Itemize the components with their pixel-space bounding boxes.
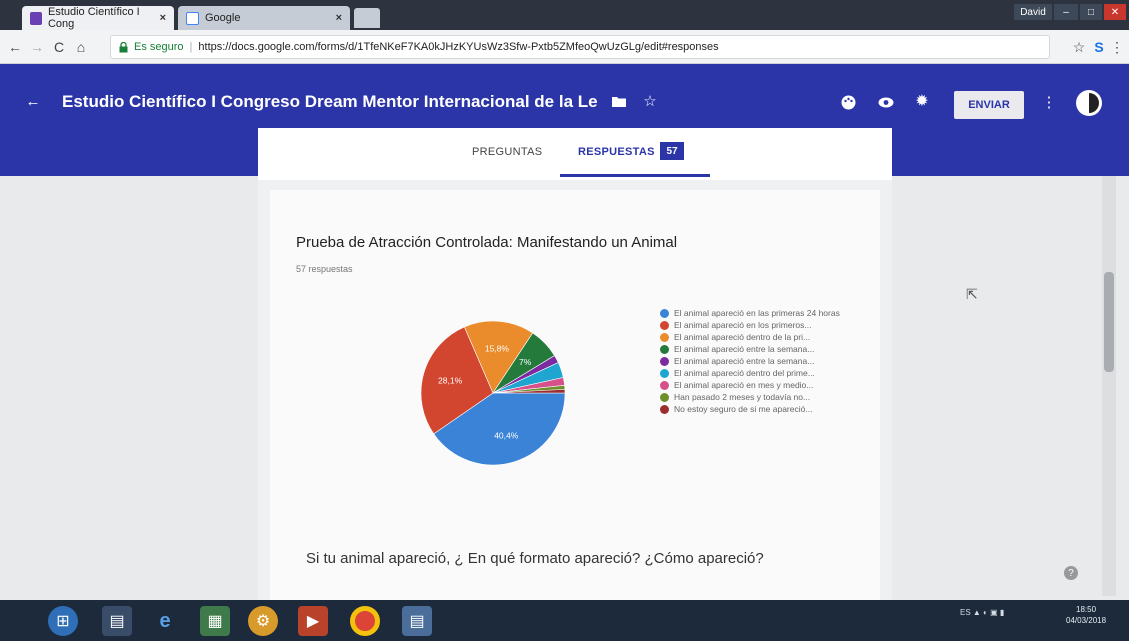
home-icon[interactable]: ⌂: [70, 36, 92, 58]
secure-lock-icon: [119, 41, 128, 53]
legend-item[interactable]: El animal apareció en los primeros...: [660, 320, 860, 331]
form-title[interactable]: Estudio Científico I Congreso Dream Ment…: [62, 92, 598, 112]
legend-label: El animal apareció en las primeras 24 ho…: [674, 308, 840, 318]
help-icon[interactable]: ?: [1064, 566, 1078, 580]
legend-dot: [660, 321, 669, 330]
avatar[interactable]: [1076, 90, 1102, 116]
taskbar-clock[interactable]: 18:50 04/03/2018: [1066, 604, 1106, 626]
legend-dot: [660, 369, 669, 378]
browser-tab-title: Estudio Científico I Cong: [47, 6, 140, 30]
legend-label: El animal apareció entre la semana...: [674, 344, 815, 354]
responses-count-label: 57 respuestas: [296, 264, 353, 274]
window-close-button[interactable]: ✕: [1104, 4, 1126, 20]
legend-item[interactable]: El animal apareció en las primeras 24 ho…: [660, 308, 860, 319]
preview-eye-icon[interactable]: [876, 92, 896, 112]
browser-tab-strip: Estudio Científico I Cong × Google × Dav…: [0, 0, 1129, 30]
folder-icon[interactable]: [610, 92, 628, 110]
scrollbar-thumb[interactable]: [1104, 272, 1114, 372]
legend-dot: [660, 345, 669, 354]
pie-chart: 40,4% 28,1% 15,8% 7%: [420, 320, 566, 466]
legend-item[interactable]: Han pasado 2 meses y todavía no...: [660, 392, 860, 403]
chart-legend: El animal apareció en las primeras 24 ho…: [660, 308, 860, 416]
app-icon[interactable]: ▦: [200, 606, 230, 636]
new-tab-button[interactable]: [354, 8, 380, 28]
pie-slice-label: 15,8%: [485, 344, 510, 354]
responses-count-badge: 57: [660, 142, 684, 160]
notes-app-icon[interactable]: ▤: [402, 606, 432, 636]
system-tray[interactable]: ES ▲ ◐ ▣ ▮: [960, 608, 1004, 617]
app-icon[interactable]: ⚙: [248, 606, 278, 636]
legend-label: El animal apareció en los primeros...: [674, 320, 812, 330]
legend-label: El animal apareció dentro del prime...: [674, 368, 815, 378]
legend-item[interactable]: El animal apareció entre la semana...: [660, 356, 860, 367]
question-summary-card: Prueba de Atracción Controlada: Manifest…: [270, 190, 880, 600]
legend-label: El animal apareció entre la semana...: [674, 356, 815, 366]
legend-label: El animal apareció en mes y medio...: [674, 380, 814, 390]
forms-favicon-icon: [30, 11, 42, 25]
mouse-cursor-icon: ⇱: [966, 286, 978, 302]
active-tab-indicator: [560, 174, 710, 177]
form-tabs-card: PREGUNTAS RESPUESTAS 57: [258, 128, 892, 180]
google-favicon-icon: [186, 11, 199, 25]
legend-item[interactable]: El animal apareció dentro del prime...: [660, 368, 860, 379]
clock-time: 18:50: [1076, 605, 1097, 614]
legend-dot: [660, 309, 669, 318]
tab-respuestas[interactable]: RESPUESTAS: [578, 146, 655, 158]
clock-date: 04/03/2018: [1066, 616, 1107, 625]
browser-tab-google[interactable]: Google ×: [178, 6, 350, 30]
question-title-2: Si tu animal apareció, ¿ En qué formato …: [306, 550, 764, 567]
question-title: Prueba de Atracción Controlada: Manifest…: [296, 234, 678, 251]
close-tab-icon[interactable]: ×: [160, 12, 166, 24]
file-explorer-icon[interactable]: ▤: [102, 606, 132, 636]
window-user-badge[interactable]: David: [1014, 4, 1052, 20]
tray-icons: ▲ ◐ ▣ ▮: [972, 608, 1005, 617]
bookmark-star-icon[interactable]: ☆: [1068, 36, 1090, 58]
responses-content: Prueba de Atracción Controlada: Manifest…: [258, 180, 892, 600]
star-icon[interactable]: ☆: [640, 91, 660, 111]
pie-slice-label: 7%: [519, 357, 532, 367]
legend-label: El animal apareció dentro de la pri...: [674, 332, 811, 342]
url-text: https://docs.google.com/forms/d/1TfeNKeF…: [198, 41, 719, 53]
legend-item[interactable]: No estoy seguro de si me apareció...: [660, 404, 860, 415]
back-arrow-icon[interactable]: ←: [4, 36, 26, 58]
media-player-icon[interactable]: ▶: [298, 606, 328, 636]
legend-dot: [660, 405, 669, 414]
legend-label: Han pasado 2 meses y todavía no...: [674, 392, 811, 402]
close-tab-icon[interactable]: ×: [336, 12, 342, 24]
palette-icon[interactable]: [838, 92, 858, 112]
pie-slice-label: 28,1%: [438, 376, 463, 386]
more-menu-icon[interactable]: ⋮: [1042, 92, 1057, 112]
chrome-icon[interactable]: [350, 606, 380, 636]
reload-icon[interactable]: C: [48, 36, 70, 58]
send-button[interactable]: ENVIAR: [954, 91, 1024, 119]
internet-explorer-icon[interactable]: e: [150, 606, 180, 636]
url-separator: |: [189, 41, 193, 53]
browser-tab-forms[interactable]: Estudio Científico I Cong ×: [22, 6, 174, 30]
legend-item[interactable]: El animal apareció en mes y medio...: [660, 380, 860, 391]
legend-item[interactable]: El animal apareció dentro de la pri...: [660, 332, 860, 343]
page-scrollbar[interactable]: [1102, 176, 1116, 596]
legend-dot: [660, 333, 669, 342]
back-arrow-icon[interactable]: ←: [22, 90, 44, 112]
maximize-button[interactable]: □: [1080, 4, 1102, 20]
browser-toolbar: ← → C ⌂ Es seguro | https://docs.google.…: [0, 30, 1129, 64]
browser-menu-icon[interactable]: ⋮: [1106, 36, 1128, 58]
pie-slice-label: 40,4%: [494, 431, 519, 441]
screen: Estudio Científico I Cong × Google × Dav…: [0, 0, 1129, 641]
secure-label: Es seguro: [134, 41, 184, 53]
minimize-button[interactable]: –: [1054, 4, 1078, 20]
legend-dot: [660, 381, 669, 390]
windows-taskbar: ⊞ ▤ e ▦ ⚙ ▶ ▤: [0, 600, 1129, 641]
settings-gear-icon[interactable]: ✹: [912, 91, 932, 111]
legend-dot: [660, 393, 669, 402]
tray-language[interactable]: ES: [960, 608, 971, 617]
browser-tab-title: Google: [205, 12, 241, 24]
legend-label: No estoy seguro de si me apareció...: [674, 404, 813, 414]
legend-item[interactable]: El animal apareció entre la semana...: [660, 344, 860, 355]
forward-arrow-icon[interactable]: →: [26, 36, 48, 58]
legend-dot: [660, 357, 669, 366]
tab-preguntas[interactable]: PREGUNTAS: [472, 146, 542, 158]
start-button-icon[interactable]: ⊞: [48, 606, 78, 636]
address-bar[interactable]: Es seguro | https://docs.google.com/form…: [110, 35, 1050, 59]
